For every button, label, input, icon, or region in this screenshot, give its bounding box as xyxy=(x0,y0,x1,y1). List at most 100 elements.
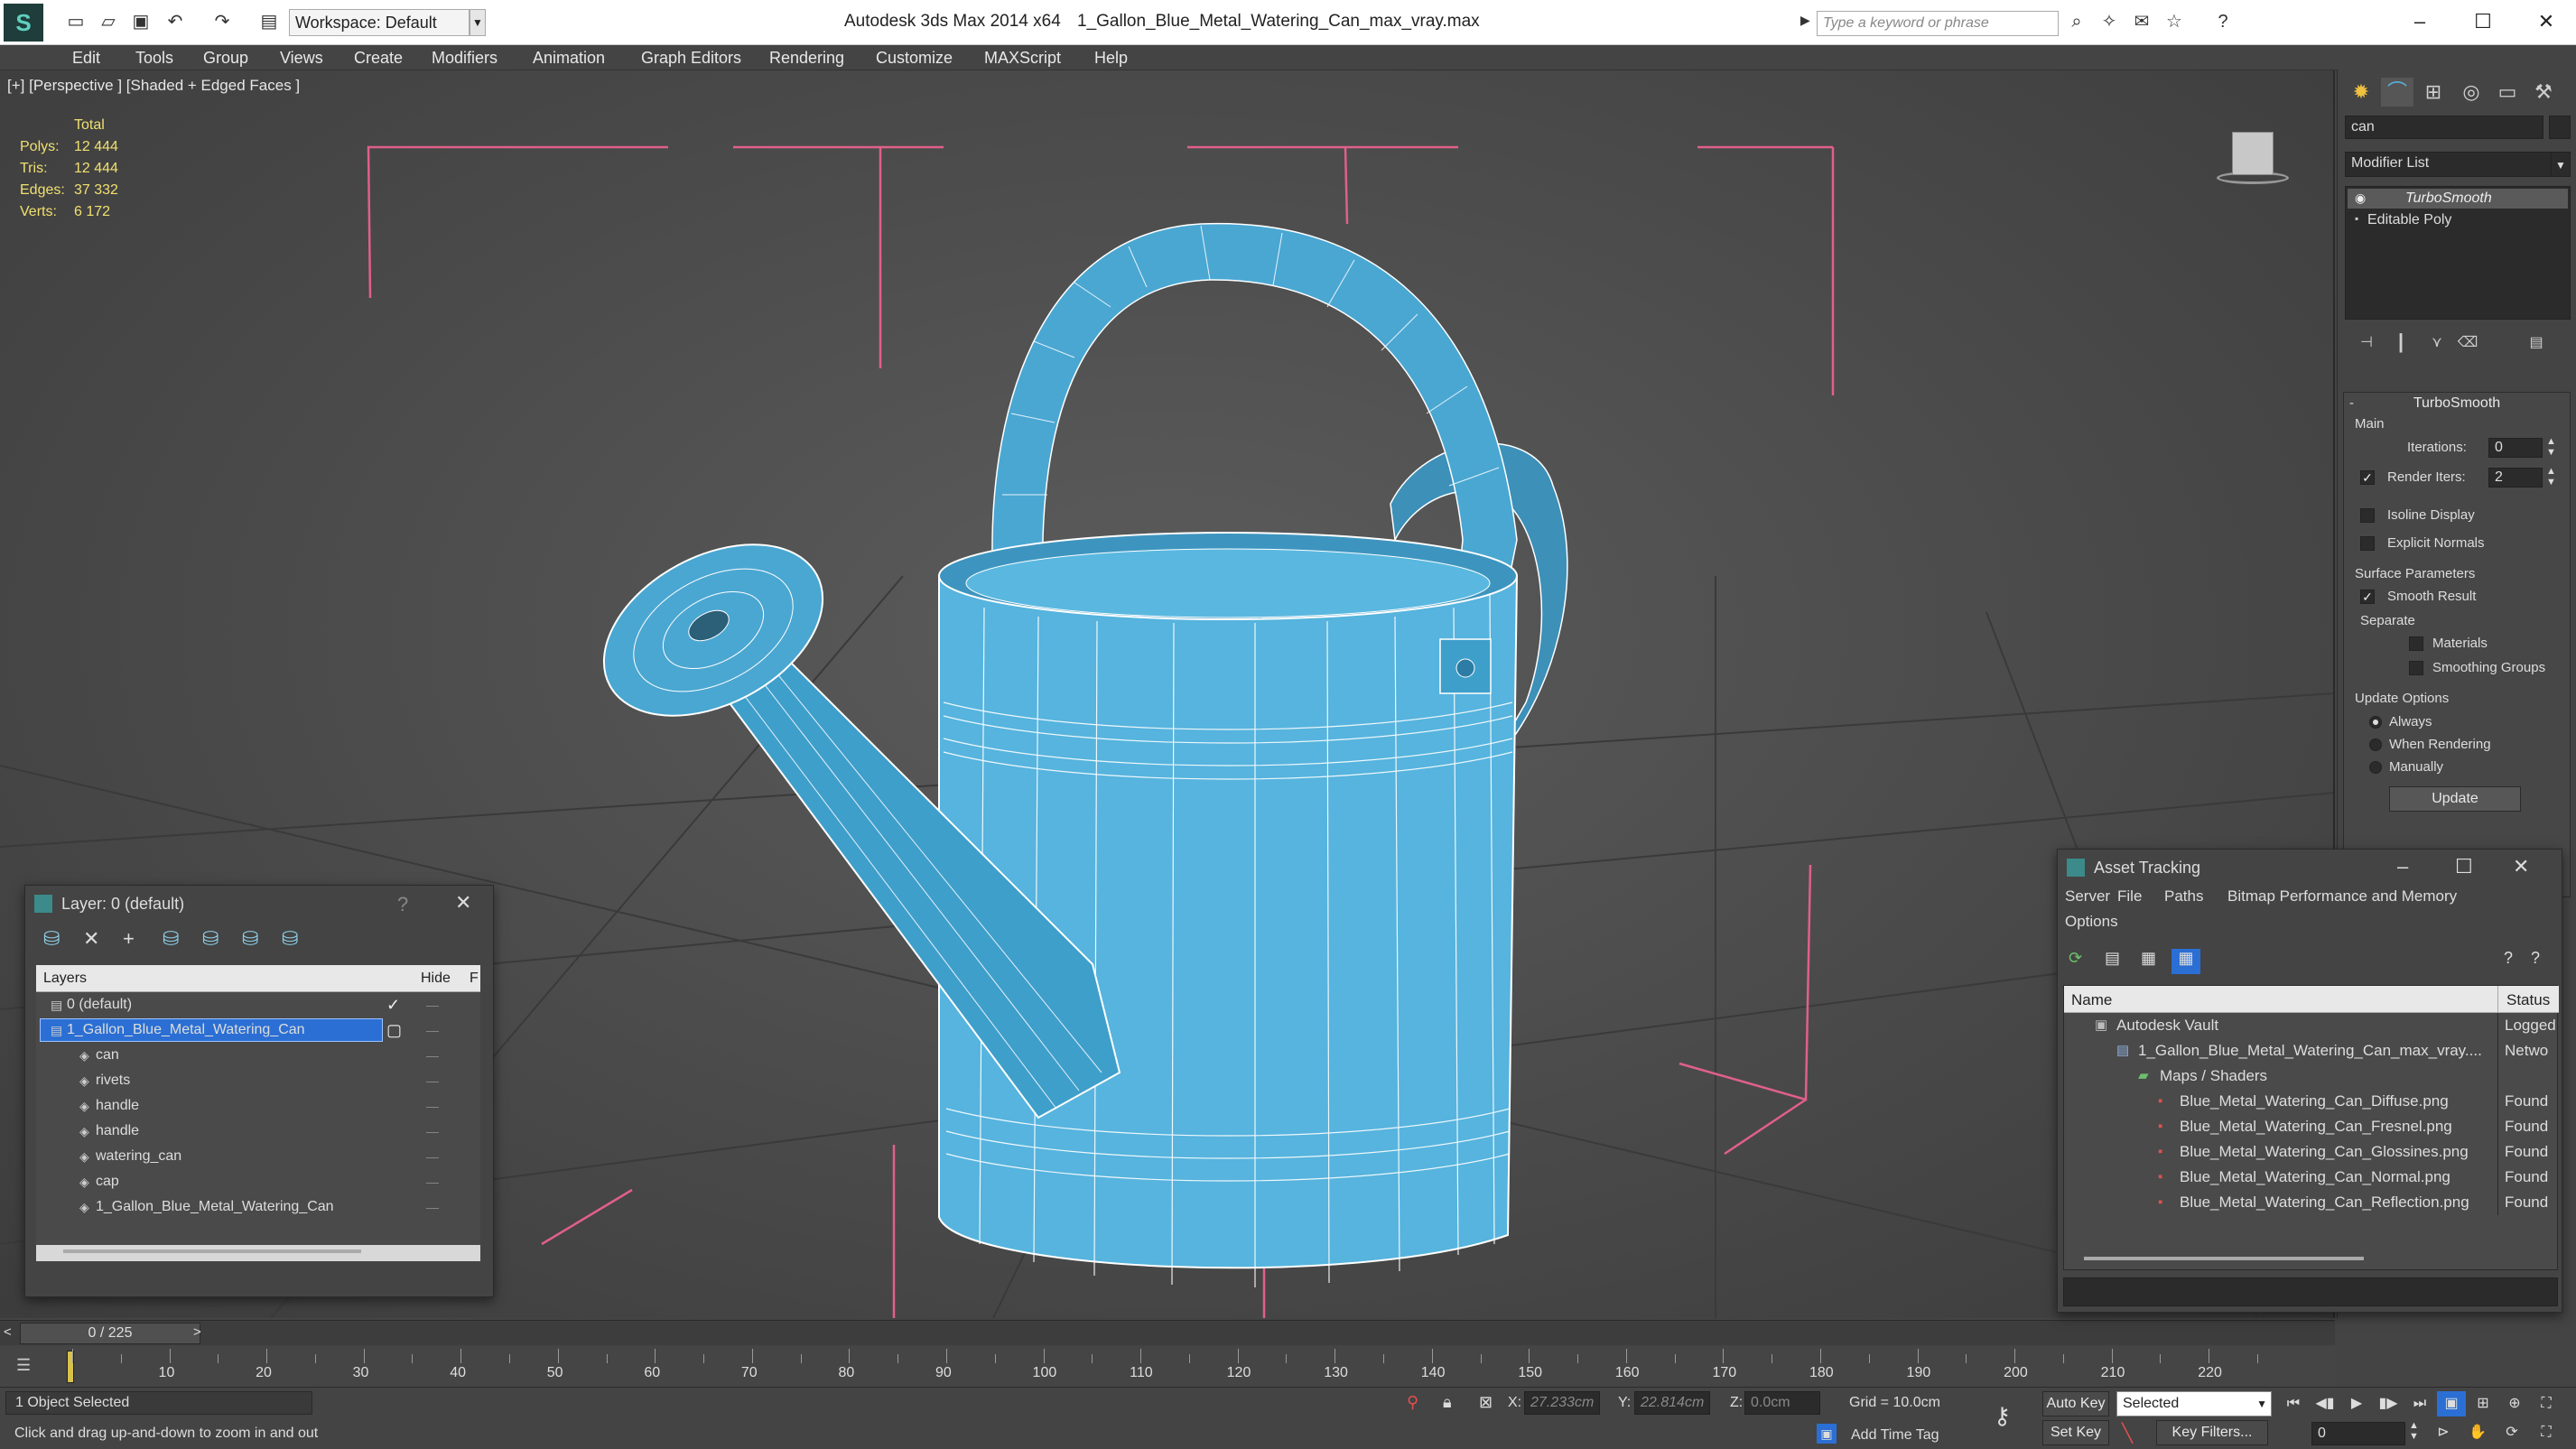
current-frame-field[interactable]: 0 xyxy=(2311,1422,2405,1445)
when-rendering-radio[interactable] xyxy=(2369,738,2382,751)
hide-toggle-icon[interactable]: — xyxy=(426,1017,439,1043)
communication-icon[interactable]: ✉ xyxy=(2129,9,2154,34)
help-button[interactable]: ? xyxy=(397,893,408,916)
hide-toggle-icon[interactable]: — xyxy=(426,1068,439,1093)
hide-toggle-icon[interactable]: — xyxy=(426,1194,439,1220)
object-name-field[interactable]: can xyxy=(2345,116,2543,139)
hide-toggle-icon[interactable]: — xyxy=(426,1169,439,1194)
explicit-normals-checkbox[interactable] xyxy=(2360,536,2375,551)
chevron-down-icon[interactable]: ▼ xyxy=(2256,1392,2267,1416)
key-icon[interactable]: ⚷ xyxy=(1994,1402,2011,1430)
asset-row[interactable]: ▰ Maps / Shaders xyxy=(2064,1064,2559,1089)
stack-item-editable-poly[interactable]: ▪ Editable Poly xyxy=(2348,210,2568,230)
menu-graph-editors[interactable]: Graph Editors xyxy=(641,49,741,68)
maximize-button[interactable]: ☐ xyxy=(2458,5,2508,38)
asset-menu-server[interactable]: Server xyxy=(2065,887,2110,906)
prev-frame-icon[interactable]: < xyxy=(4,1324,12,1340)
hierarchy-tab-icon[interactable]: ⊞ xyxy=(2417,78,2450,107)
utilities-tab-icon[interactable]: ⚒ xyxy=(2527,78,2560,107)
column-hide[interactable]: Hide xyxy=(421,971,451,987)
subscription-icon[interactable]: ✧ xyxy=(2097,9,2122,34)
hide-toggle-icon[interactable]: — xyxy=(426,1043,439,1068)
spinner-arrows-icon[interactable]: ▲ ▼ xyxy=(2546,436,2556,458)
horizontal-scrollbar[interactable] xyxy=(2084,1257,2364,1260)
materials-checkbox[interactable] xyxy=(2409,636,2423,651)
display-tab-icon[interactable]: ▭ xyxy=(2491,78,2524,107)
asset-row[interactable]: ▪ Blue_Metal_Watering_Can_Normal.png Found xyxy=(2064,1165,2559,1190)
minimize-button[interactable]: – xyxy=(2397,855,2408,878)
asset-menu-paths[interactable]: Paths xyxy=(2164,887,2203,906)
time-slider-thumb[interactable]: 0 / 225 xyxy=(20,1323,200,1344)
asset-row[interactable]: ▤ 1_Gallon_Blue_Metal_Watering_Can_max_vr… xyxy=(2064,1038,2559,1064)
orbit-icon[interactable]: ⟳ xyxy=(2497,1420,2526,1445)
highlight-layer-icon[interactable]: ⛁ xyxy=(202,927,219,951)
modifier-list-dropdown[interactable]: Modifier List xyxy=(2345,152,2553,177)
undo-icon[interactable]: ↶ xyxy=(163,9,188,34)
add-selection-icon[interactable]: ▢ xyxy=(386,1017,402,1043)
close-button[interactable]: ✕ xyxy=(455,891,471,915)
asset-row[interactable]: ▪ Blue_Metal_Watering_Can_Diffuse.png Foun… xyxy=(2064,1089,2559,1114)
table-view-icon[interactable]: ▦ xyxy=(2141,949,2156,968)
help-icon[interactable]: ? xyxy=(2504,949,2513,968)
next-frame-icon[interactable]: > xyxy=(193,1324,201,1340)
select-objects-icon[interactable]: ⛁ xyxy=(163,927,179,951)
time-config-icon[interactable]: ▣ xyxy=(2437,1391,2466,1416)
field-of-view-icon[interactable]: ⊳ xyxy=(2429,1420,2458,1445)
expand-icon[interactable]: ▪ xyxy=(2355,212,2358,225)
maxscript-listener[interactable]: 1 Object Selected xyxy=(5,1391,312,1415)
help-options-icon[interactable]: ? xyxy=(2531,949,2540,968)
column-f[interactable]: F xyxy=(470,971,479,987)
menu-modifiers[interactable]: Modifiers xyxy=(432,49,498,68)
layer-list[interactable]: Layers Hide F ▤ 0 (default) ✓ — ▤ 1_Gallon_Bl… xyxy=(36,965,480,1261)
key-tangent-icon[interactable]: ╲ xyxy=(2122,1422,2133,1444)
rollout-title[interactable]: TurboSmooth xyxy=(2344,395,2570,412)
menu-animation[interactable]: Animation xyxy=(533,49,605,68)
save-icon[interactable]: ▣ xyxy=(128,9,153,34)
create-layer-icon[interactable]: ⛁ xyxy=(43,927,60,951)
time-tag-icon[interactable]: ▣ xyxy=(1817,1424,1837,1444)
render-iters-spinner[interactable]: 2 xyxy=(2488,468,2543,488)
viewport-label[interactable]: [+] [Perspective ] [Shaded + Edged Faces… xyxy=(7,77,300,95)
spinner-arrows-icon[interactable]: ▲ ▼ xyxy=(2409,1420,2419,1442)
hide-toggle-icon[interactable]: — xyxy=(426,1144,439,1169)
asset-row[interactable]: ▪ Blue_Metal_Watering_Can_Glossines.png Fo… xyxy=(2064,1139,2559,1165)
current-layer-check-icon[interactable]: ✓ xyxy=(386,992,400,1017)
menu-maxscript[interactable]: MAXScript xyxy=(984,49,1061,68)
x-coordinate-field[interactable]: 27.233cm xyxy=(1524,1391,1600,1415)
redo-icon[interactable]: ↷ xyxy=(209,9,235,34)
layer-row[interactable]: ▤ 0 (default) ✓ — xyxy=(36,992,480,1017)
add-time-tag[interactable]: Add Time Tag xyxy=(1851,1427,1939,1444)
asset-row[interactable]: ▪ Blue_Metal_Watering_Can_Reflection.png F… xyxy=(2064,1190,2559,1215)
max-toggle-icon[interactable]: ⛶ xyxy=(2532,1420,2561,1445)
hide-all-icon[interactable]: ⛁ xyxy=(242,927,258,951)
chevron-down-icon[interactable]: ▼ xyxy=(2551,152,2571,177)
go-to-end-icon[interactable]: ⏭ xyxy=(2405,1391,2434,1416)
motion-tab-icon[interactable]: ◎ xyxy=(2455,78,2488,107)
object-color-swatch[interactable] xyxy=(2549,116,2571,139)
horizontal-scrollbar[interactable] xyxy=(63,1249,361,1253)
show-end-result-icon[interactable]: ┃ xyxy=(2385,329,2417,358)
maximize-button[interactable]: ☐ xyxy=(2455,855,2473,878)
smoothing-groups-checkbox[interactable] xyxy=(2409,661,2423,675)
viewcube[interactable] xyxy=(2203,125,2302,188)
close-button[interactable]: ✕ xyxy=(2521,5,2571,38)
chevron-down-icon[interactable]: ▼ xyxy=(470,9,486,36)
mini-curve-editor-icon[interactable]: ☰ xyxy=(16,1356,42,1378)
stack-item-turbosmooth[interactable]: ◉ TurboSmooth xyxy=(2348,189,2568,209)
isolate-selection-icon[interactable]: ⚲ xyxy=(1407,1393,1418,1412)
help-icon[interactable]: ? xyxy=(2210,9,2236,34)
binoculars-icon[interactable]: ⌕ xyxy=(2064,9,2089,34)
asset-path-field[interactable] xyxy=(2063,1277,2558,1306)
previous-frame-icon[interactable]: ◀▮ xyxy=(2311,1391,2339,1416)
delete-layer-icon[interactable]: ✕ xyxy=(83,927,99,951)
layer-row[interactable]: ◈ 1_Gallon_Blue_Metal_Watering_Can — xyxy=(36,1194,480,1220)
absolute-mode-icon[interactable]: ⊠ xyxy=(1479,1393,1493,1412)
menu-edit[interactable]: Edit xyxy=(72,49,100,68)
menu-help[interactable]: Help xyxy=(1094,49,1128,68)
menu-rendering[interactable]: Rendering xyxy=(769,49,844,68)
hide-toggle-icon[interactable]: — xyxy=(426,1093,439,1119)
list-view-icon[interactable]: ▤ xyxy=(2105,949,2120,968)
pin-stack-icon[interactable]: ⊣ xyxy=(2350,329,2383,358)
asset-menu-file[interactable]: File xyxy=(2117,887,2142,906)
isoline-display-checkbox[interactable] xyxy=(2360,508,2375,523)
